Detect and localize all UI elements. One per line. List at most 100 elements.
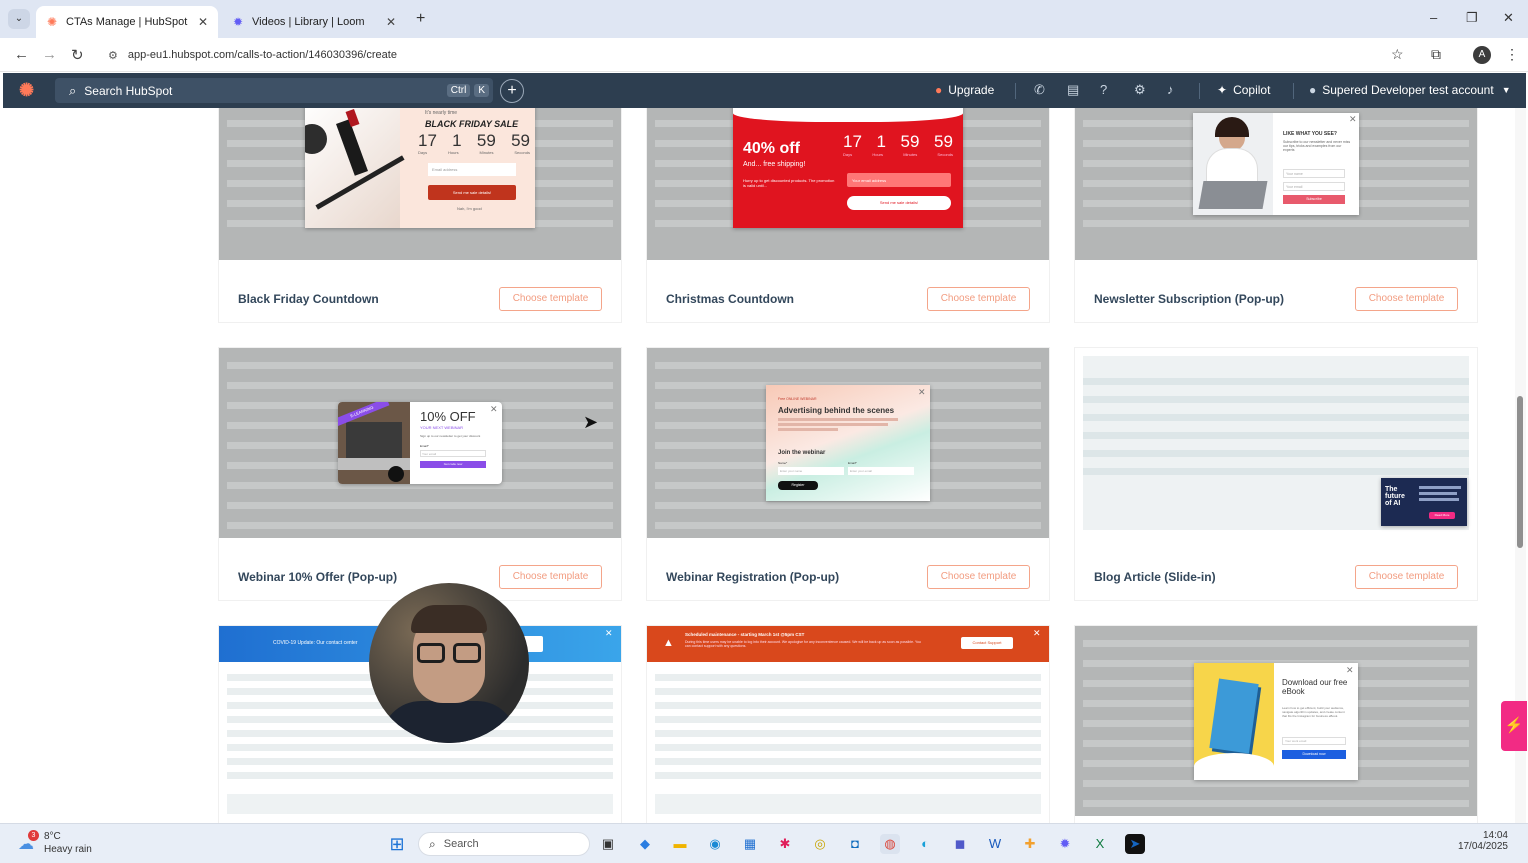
clock[interactable]: 14:04 17/04/2025 (1452, 830, 1508, 852)
settings-gear-icon[interactable]: ⚙ (1134, 82, 1146, 98)
template-card-christmas[interactable]: ✕ 40% off And... free shipping! Hurry up… (647, 108, 1049, 322)
wo-heading: 10% OFF (420, 409, 476, 424)
copilot-app-icon[interactable]: ◐ (915, 834, 935, 854)
webinar-offer-popup: E-LEARNING ✕ 10% OFF YOUR NEXT WEBINAR S… (338, 402, 502, 484)
windows-start-icon[interactable]: ⊞ (387, 834, 407, 854)
teams-icon[interactable]: ◼ (950, 834, 970, 854)
store-icon[interactable]: ▦ (740, 834, 760, 854)
slack-icon[interactable]: ✱ (775, 834, 795, 854)
bf-cta: Send me sale details! (428, 185, 516, 200)
snow-edge (733, 108, 963, 122)
search-icon: ⌕ (69, 82, 77, 98)
file-explorer-icon[interactable]: ▬ (670, 834, 690, 854)
tab-ctas-manage[interactable]: ✺ CTAs Manage | HubSpot ✕ (36, 6, 218, 38)
bookmark-star-icon[interactable]: ☆ (1391, 46, 1404, 63)
template-card-webinar-offer[interactable]: E-LEARNING ✕ 10% OFF YOUR NEXT WEBINAR S… (219, 348, 621, 600)
close-icon: ✕ (1346, 665, 1354, 675)
app-arrow-icon[interactable]: ➤ (1125, 834, 1145, 854)
loom-icon[interactable]: ✹ (1055, 834, 1075, 854)
wr-label-email: Email* (848, 461, 857, 465)
widgets-icon[interactable]: ◆ (635, 834, 655, 854)
upgrade-button[interactable]: ● Upgrade (935, 83, 994, 97)
marketplace-icon[interactable]: ▤ (1067, 82, 1079, 98)
hubspot-logo-icon[interactable]: ✺ (19, 80, 34, 101)
scrollbar-thumb[interactable] (1517, 396, 1523, 548)
reload-icon[interactable]: ↻ (71, 46, 84, 64)
close-icon: ✕ (918, 387, 926, 397)
template-card-black-friday[interactable]: ✕ It's nearly time BLACK FRIDAY SALE 171… (219, 108, 621, 322)
forward-arrow-icon[interactable]: → (42, 46, 57, 63)
ebook-cta: Download now (1282, 750, 1346, 759)
template-preview: E-LEARNING ✕ 10% OFF YOUR NEXT WEBINAR S… (219, 348, 621, 538)
phone-icon[interactable]: ✆ (1034, 82, 1045, 98)
wo-sub: YOUR NEXT WEBINAR (420, 425, 464, 430)
notifications-bell-icon[interactable]: ♪ (1167, 82, 1174, 97)
loom-webcam-bubble[interactable] (369, 583, 529, 743)
makeup-image (305, 108, 405, 228)
minimize-button[interactable]: – (1430, 10, 1437, 25)
template-card-ebook-popup[interactable]: ✕ Download our free eBook Learn how to g… (1075, 626, 1477, 823)
profile-avatar[interactable]: A (1473, 46, 1491, 64)
tab-search-menu-icon[interactable]: ⌄ (8, 9, 30, 29)
edge-icon[interactable]: ◉ (705, 834, 725, 854)
ebook-popup: ✕ Download our free eBook Learn how to g… (1194, 663, 1358, 780)
copilot-button[interactable]: ✦ Copilot (1217, 83, 1270, 97)
help-icon[interactable]: ? (1100, 82, 1107, 97)
hubspot-search-input[interactable]: ⌕ Search HubSpot Ctrl K (55, 78, 493, 103)
template-name: Webinar 10% Offer (Pop-up) (238, 570, 398, 584)
bf-heading: BLACK FRIDAY SALE (425, 119, 519, 129)
template-card-newsletter[interactable]: ✕ LIKE WHAT YOU SEE? Subscribe to our ne… (1075, 108, 1477, 322)
taskbar-search[interactable]: ⌕ Search (418, 832, 590, 856)
tab-loom-videos[interactable]: ✹ Videos | Library | Loom ✕ (222, 6, 406, 38)
close-icon: ✕ (605, 628, 613, 638)
close-window-button[interactable]: ✕ (1503, 10, 1514, 26)
choose-template-button[interactable]: Choose template (1355, 565, 1458, 589)
shortcut-k: K (474, 84, 489, 97)
excel-icon[interactable]: X (1090, 834, 1110, 854)
bf-decline: Nah, I'm good (457, 206, 482, 211)
weather-text: Heavy rain (44, 844, 92, 855)
extensions-icon[interactable]: ⧉ (1431, 46, 1441, 63)
template-card-webinar-registration[interactable]: ✕ Free ONLINE WEBINAR Advertising behind… (647, 348, 1049, 600)
choose-template-button[interactable]: Choose template (499, 565, 602, 589)
date: 17/04/2025 (1457, 841, 1508, 852)
norton-icon[interactable]: ◎ (810, 834, 830, 854)
template-card-blog-slide-in[interactable]: The future of AI Read More Blog Article … (1075, 348, 1477, 600)
browser-menu-icon[interactable]: ⋮ (1505, 46, 1519, 63)
url-field[interactable]: ⚙ app-eu1.hubspot.com/calls-to-action/14… (102, 43, 1402, 67)
close-tab-icon[interactable]: ✕ (386, 15, 396, 29)
maintenance-banner: ▲ Scheduled maintenance - starting March… (647, 626, 1049, 662)
choose-template-button[interactable]: Choose template (1355, 287, 1458, 311)
wr-kicker: Free ONLINE WEBINAR (778, 397, 817, 401)
wo-body: Sign up to our newsletter to get your di… (420, 434, 481, 438)
chrome-icon[interactable]: ◍ (880, 834, 900, 854)
site-info-icon[interactable]: ⚙ (108, 49, 118, 62)
template-card-maintenance-banner[interactable]: ▲ Scheduled maintenance - starting March… (647, 626, 1049, 823)
account-avatar-icon: ● (1309, 83, 1317, 97)
time: 14:04 (1482, 830, 1508, 841)
choose-template-button[interactable]: Choose template (499, 287, 602, 311)
weather-badge: 3 (28, 830, 39, 841)
account-name: Supered Developer test account (1322, 83, 1494, 97)
tab-label: Videos | Library | Loom (252, 16, 365, 28)
maximize-button[interactable]: ❐ (1466, 10, 1478, 26)
account-menu[interactable]: ● Supered Developer test account ▼ (1309, 83, 1511, 97)
word-icon[interactable]: W (985, 834, 1005, 854)
bf-units: Days Hours Minutes Seconds (418, 150, 530, 155)
maint-cta: Contact Support (961, 637, 1013, 649)
nav-divider (1015, 83, 1016, 99)
task-view-icon[interactable]: ▣ (598, 834, 618, 854)
choose-template-button[interactable]: Choose template (927, 287, 1030, 311)
choose-template-button[interactable]: Choose template (927, 565, 1030, 589)
new-tab-button[interactable]: + (416, 10, 425, 28)
template-preview: ✕ Free ONLINE WEBINAR Advertising behind… (647, 348, 1049, 538)
create-plus-button[interactable]: + (500, 79, 524, 103)
wr-label-name: Name* (778, 461, 788, 465)
outlook-icon[interactable]: ◘ (845, 834, 865, 854)
quick-action-lightning-icon[interactable]: ⚡ (1501, 701, 1527, 751)
wr-join: Join the webinar (778, 450, 826, 456)
puzzle-app-icon[interactable]: ✚ (1020, 834, 1040, 854)
close-icon: ✕ (953, 108, 961, 111)
back-arrow-icon[interactable]: ← (14, 46, 29, 63)
close-tab-icon[interactable]: ✕ (198, 15, 208, 29)
